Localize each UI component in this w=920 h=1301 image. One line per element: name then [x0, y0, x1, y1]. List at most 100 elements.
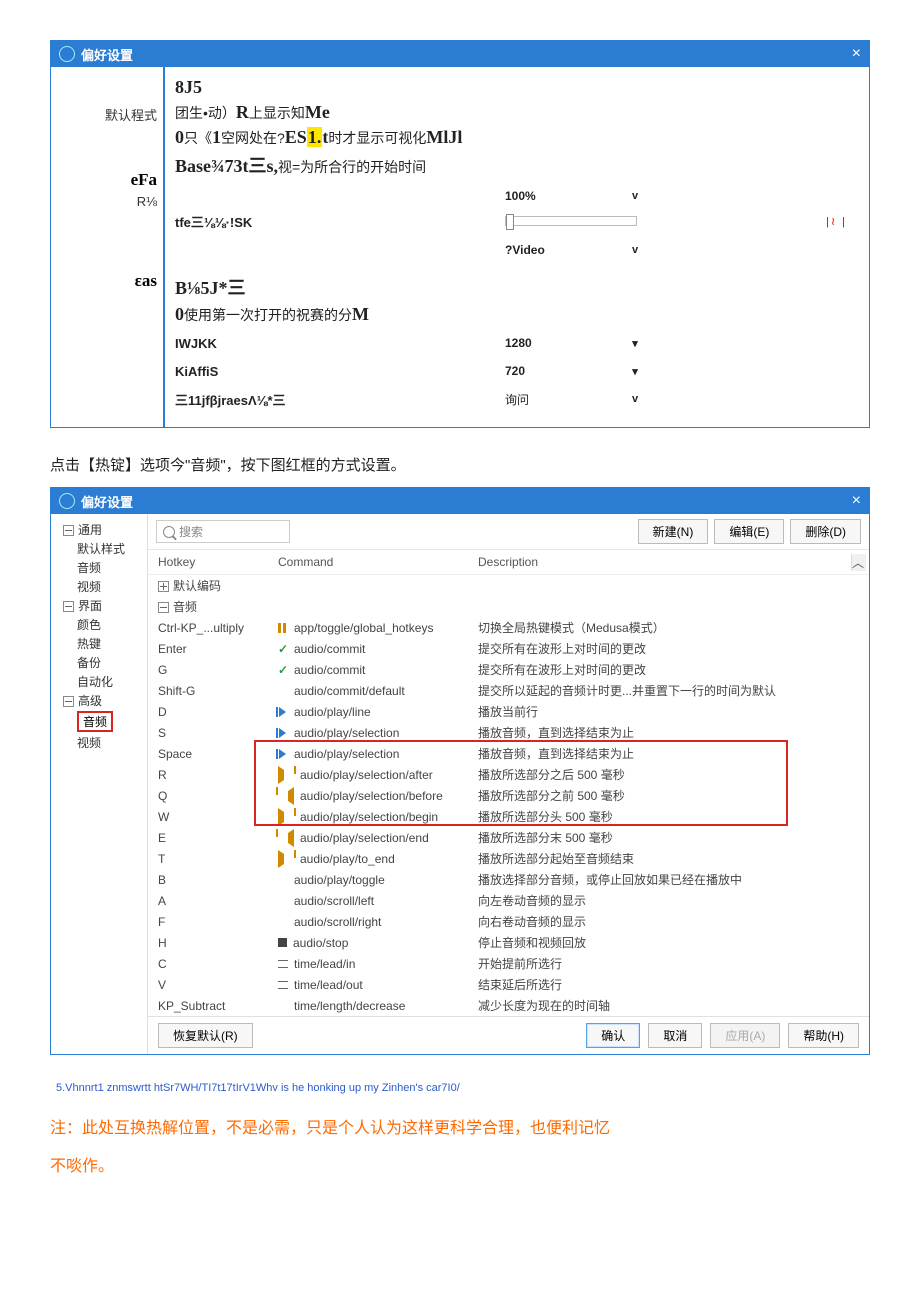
apply-button[interactable]: 应用(A): [710, 1023, 780, 1048]
command-cell: audio/stop: [278, 936, 478, 950]
instruction-text: 点击【热锭】选项今"音频"，按下图红框的方式设置。: [50, 454, 870, 475]
close-icon[interactable]: ×: [852, 45, 861, 63]
spinner-1[interactable]: ▾: [625, 337, 645, 350]
table-row[interactable]: Raudio/play/selection/after播放所选部分之后 500 …: [148, 764, 869, 785]
table-row[interactable]: Enter✓audio/commit提交所有在波形上对时间的更改: [148, 638, 869, 659]
dropdown-2[interactable]: v: [625, 244, 645, 256]
tree-backup[interactable]: 备份: [51, 653, 147, 672]
table-row[interactable]: Eaudio/play/selection/end播放所选部分末 500 毫秒: [148, 827, 869, 848]
command-cell: audio/commit/default: [278, 684, 478, 698]
tree-video-2[interactable]: 视频: [51, 733, 147, 752]
description-cell: 开始提前所选行: [478, 955, 851, 972]
check-icon: ✓: [278, 644, 288, 654]
restore-defaults-button[interactable]: 恢复默认(R): [158, 1023, 253, 1048]
command-cell: audio/play/selection: [278, 726, 478, 740]
left-labels: 默认程式 eFa R⅛ εas: [51, 67, 163, 427]
description-cell: 减少长度为现在的时间轴: [478, 997, 851, 1014]
tree-advanced[interactable]: 高级: [51, 691, 147, 710]
tree-audio-selected[interactable]: 音频: [51, 710, 147, 733]
group-audio[interactable]: 音频: [148, 596, 869, 617]
titlebar-2[interactable]: 偏好设置 ×: [51, 488, 869, 514]
edit-button[interactable]: 编辑(E): [714, 519, 784, 544]
hotkey-table: Hotkey Command Description ︿ 默认编码 音频 Ctr…: [148, 550, 869, 1016]
table-row[interactable]: Waudio/play/selection/begin播放所选部分头 500 毫…: [148, 806, 869, 827]
arrow-l-icon: [278, 829, 294, 847]
table-row[interactable]: Baudio/play/toggle播放选择部分音频，或停止回放如果已经在播放中: [148, 869, 869, 890]
dropdown-1[interactable]: v: [625, 190, 645, 202]
hotkey-cell: Shift-G: [158, 684, 278, 698]
category-tree[interactable]: 通用 默认样式 音频 视频 界面 颜色 热键 备份 自动化 高级 音频 视频: [51, 514, 148, 1054]
table-row[interactable]: Saudio/play/selection播放音频，直到选择结束为止: [148, 722, 869, 743]
command-cell: audio/play/toggle: [278, 873, 478, 887]
playbar-icon: [278, 749, 288, 759]
label-efa: eFa: [57, 170, 157, 190]
tree-general[interactable]: 通用: [51, 520, 147, 539]
close-icon[interactable]: ×: [852, 492, 861, 510]
hotkey-toolbar: 搜索 新建(N) 编辑(E) 删除(D): [148, 514, 869, 550]
text-kiaffis: KiAffiS: [175, 364, 218, 379]
label-r: R⅛: [57, 194, 157, 209]
preferences-window-2: 偏好设置 × 通用 默认样式 音频 视频 界面 颜色 热键 备份 自动化 高级 …: [50, 487, 870, 1055]
background-leak-text: 5.Vhnnrt1 znmswrtt htSr7WH/TI7t17tIrV1Wh…: [50, 1081, 870, 1094]
hotkey-cell: Space: [158, 747, 278, 761]
slider-thumb[interactable]: [506, 214, 514, 230]
arrow-l-icon: [278, 787, 294, 805]
hotkey-cell: KP_Subtract: [158, 999, 278, 1013]
tree-automation[interactable]: 自动化: [51, 672, 147, 691]
value-percent: 100%: [505, 189, 625, 203]
description-cell: 向右卷动音频的显示: [478, 913, 851, 930]
table-row[interactable]: Ctime/lead/in开始提前所选行: [148, 953, 869, 974]
check-icon: ✓: [278, 665, 288, 675]
table-row[interactable]: G✓audio/commit提交所有在波形上对时间的更改: [148, 659, 869, 680]
tree-interface[interactable]: 界面: [51, 596, 147, 615]
tree-hotkey[interactable]: 热键: [51, 634, 147, 653]
table-row[interactable]: Vtime/lead/out结束延后所选行: [148, 974, 869, 995]
value-ask: 询问: [505, 391, 625, 408]
command-cell: ✓audio/commit: [278, 663, 478, 677]
scrollbar-up[interactable]: ︿: [851, 554, 866, 571]
table-row[interactable]: Ctrl-KP_...ultiplyapp/toggle/global_hotk…: [148, 617, 869, 638]
description-cell: 提交所以延起的音频计时更...并重置下一行的时间为默认: [478, 682, 851, 699]
titlebar-1[interactable]: 偏好设置 ×: [51, 41, 869, 67]
new-button[interactable]: 新建(N): [638, 519, 709, 544]
description-cell: 播放当前行: [478, 703, 851, 720]
text-iwjkk: IWJKK: [175, 336, 217, 351]
dropdown-3[interactable]: v: [625, 393, 645, 405]
command-cell: audio/play/selection/after: [278, 766, 478, 784]
table-header: Hotkey Command Description ︿: [148, 550, 869, 575]
tree-default-style[interactable]: 默认样式: [51, 539, 147, 558]
lead-icon: [278, 981, 288, 989]
tree-audio-1[interactable]: 音频: [51, 558, 147, 577]
search-input[interactable]: 搜索: [156, 520, 290, 543]
table-row[interactable]: Shift-Gaudio/commit/default提交所以延起的音频计时更.…: [148, 680, 869, 701]
slider-track[interactable]: [505, 216, 637, 226]
table-row[interactable]: Taudio/play/to_end播放所选部分起始至音频结束: [148, 848, 869, 869]
cancel-button[interactable]: 取消: [648, 1023, 702, 1048]
table-row[interactable]: Haudio/stop停止音频和视频回放: [148, 932, 869, 953]
group-default[interactable]: 默认编码: [148, 575, 869, 596]
command-cell: time/lead/out: [278, 978, 478, 992]
table-row[interactable]: Qaudio/play/selection/before播放所选部分之前 500…: [148, 785, 869, 806]
hotkey-cell: D: [158, 705, 278, 719]
col-hotkey: Hotkey: [158, 555, 278, 569]
tree-color[interactable]: 颜色: [51, 615, 147, 634]
ok-button[interactable]: 确认: [586, 1023, 640, 1048]
tree-video-1[interactable]: 视频: [51, 577, 147, 596]
delete-button[interactable]: 删除(D): [790, 519, 861, 544]
window-title-2: 偏好设置: [81, 492, 852, 511]
playbar-icon: [278, 707, 288, 717]
pause-icon: [278, 623, 288, 633]
spinner-2[interactable]: ▾: [625, 365, 645, 378]
table-row[interactable]: Spaceaudio/play/selection播放音频，直到选择结束为止: [148, 743, 869, 764]
description-cell: 播放所选部分起始至音频结束: [478, 850, 851, 867]
help-button[interactable]: 帮助(H): [788, 1023, 859, 1048]
table-row[interactable]: KP_Subtracttime/length/decrease减少长度为现在的时…: [148, 995, 869, 1016]
hotkey-cell: S: [158, 726, 278, 740]
table-row[interactable]: Aaudio/scroll/left向左卷动音频的显示: [148, 890, 869, 911]
lead-icon: [278, 960, 288, 968]
description-cell: 向左卷动音频的显示: [478, 892, 851, 909]
col-command: Command: [278, 555, 478, 569]
command-cell: time/length/decrease: [278, 999, 478, 1013]
table-row[interactable]: Faudio/scroll/right向右卷动音频的显示: [148, 911, 869, 932]
table-row[interactable]: Daudio/play/line播放当前行: [148, 701, 869, 722]
